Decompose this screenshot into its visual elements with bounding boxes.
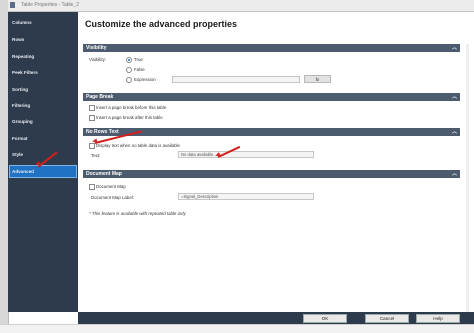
document-map-label-input[interactable]: =Signal_Description: [178, 193, 314, 200]
section-page-break-header[interactable]: Page Break ︿: [83, 93, 460, 101]
footer-bar: OK Cancel Help: [78, 312, 474, 324]
collapse-chevron-icon[interactable]: ︿: [452, 44, 457, 52]
ok-button[interactable]: OK: [303, 313, 347, 323]
page-heading: Customize the advanced properties: [85, 19, 238, 29]
document-map-note: * This feature is available with repeate…: [89, 211, 186, 216]
collapse-chevron-icon[interactable]: ︿: [452, 170, 457, 178]
collapse-chevron-icon[interactable]: ︿: [452, 93, 457, 101]
page-break-before-label: Insert a page break before this table: [96, 105, 167, 110]
visibility-expression-radio[interactable]: [126, 77, 132, 83]
fx-button[interactable]: fx: [304, 75, 331, 83]
sidebar-item-filtering[interactable]: Filtering: [12, 103, 30, 108]
no-rows-display-label: Display text when no table data is avail…: [96, 143, 180, 148]
document-map-checkbox-label: Document Map: [96, 184, 126, 189]
page-break-after-checkbox[interactable]: [89, 115, 95, 121]
sidebar-item-advanced[interactable]: Advanced: [12, 169, 34, 174]
sidebar-item-style[interactable]: Style: [12, 152, 23, 157]
vertical-scrollbar[interactable]: [466, 44, 469, 312]
document-map-checkbox[interactable]: [89, 184, 95, 190]
sidebar-item-repeating[interactable]: Repeating: [12, 54, 34, 59]
sidebar-item-sorting[interactable]: Sorting: [12, 87, 28, 92]
sidebar-item-rows[interactable]: Rows: [12, 37, 24, 42]
visibility-expression-label: Expression: [134, 77, 156, 82]
section-page-break-title: Page Break: [86, 94, 114, 100]
visibility-false-radio[interactable]: [126, 67, 132, 73]
visibility-true-radio[interactable]: [126, 57, 132, 63]
expression-input[interactable]: [172, 76, 300, 83]
section-document-map-header[interactable]: Document Map ︿: [83, 170, 460, 178]
cancel-button[interactable]: Cancel: [365, 313, 409, 323]
section-visibility-title: Visibility: [86, 45, 107, 51]
page-break-after-label: Insert a page break after this table: [96, 115, 163, 120]
sidebar-item-peek-filters[interactable]: Peek Filters: [12, 70, 38, 75]
page-break-before-checkbox[interactable]: [89, 105, 95, 111]
visibility-label: Visibility:: [89, 57, 106, 62]
title-bar: Table Properties - Table_2: [8, 0, 474, 12]
section-visibility-header[interactable]: Visibility ︿: [83, 44, 460, 52]
sidebar-item-grouping[interactable]: Grouping: [12, 119, 33, 124]
sidebar-item-format[interactable]: Format: [12, 136, 28, 141]
section-no-rows-title: No Rows Text: [86, 129, 119, 135]
document-map-label-caption: Document Map Label:: [91, 195, 134, 200]
no-rows-text-input[interactable]: No data available.: [178, 151, 314, 158]
collapse-chevron-icon[interactable]: ︿: [452, 128, 457, 136]
section-document-map-title: Document Map: [86, 171, 122, 177]
no-rows-display-checkbox[interactable]: [89, 143, 95, 149]
visibility-false-label: False: [134, 67, 145, 72]
window-title: Table Properties - Table_2: [21, 2, 79, 8]
no-rows-text-label: Text:: [91, 153, 101, 158]
table-icon: [10, 2, 15, 8]
sidebar-item-columns[interactable]: Columns: [12, 20, 32, 25]
visibility-true-label: True: [134, 57, 143, 62]
help-button[interactable]: Help: [416, 313, 460, 323]
